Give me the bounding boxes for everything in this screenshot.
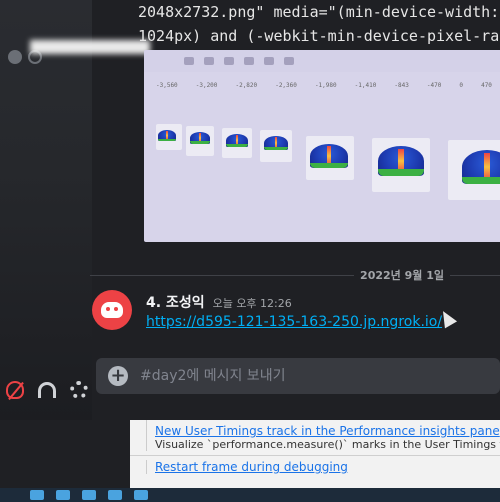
divider-line [450,274,500,276]
dome-shape [226,134,248,147]
embedded-image[interactable]: -3,560 -3,200 -2,820 -2,360 -1,980 -1,41… [144,50,500,242]
tick-label: 470 [481,82,492,89]
code-line-2: 1024px) and (-webkit-min-device-pixel-ra… [138,27,500,45]
mute-microphone-icon[interactable] [6,381,24,399]
embed-tick-row: -3,560 -3,200 -2,820 -2,360 -1,980 -1,41… [144,72,500,89]
release-note-item: New User Timings track in the Performanc… [146,420,500,451]
toolbar-icon [244,57,254,65]
avatar[interactable] [92,290,132,330]
embed-toolbar [144,50,500,72]
taskbar-app-icon[interactable] [134,490,148,500]
dome-shape [310,144,348,169]
taskbar [0,488,500,502]
divider [130,455,500,456]
code-snippet: 2048x2732.png" media="(min-device-width:… [138,0,500,48]
taskbar-app-icon[interactable] [82,490,96,500]
tick-label: 0 [459,82,464,89]
tick-label: -1,410 [354,82,377,89]
taskbar-app-icon[interactable] [30,490,44,500]
release-note-item: Restart frame during debugging [146,460,500,474]
toolbar-icon [264,57,274,65]
tick-label: -3,560 [156,82,178,89]
add-attachment-button[interactable]: + [108,366,128,386]
user-icon[interactable] [8,50,22,64]
taskbar-app-icon[interactable] [56,490,70,500]
toolbar-icon [184,57,194,65]
message-input[interactable] [140,368,460,384]
toolbar-icon [224,57,234,65]
message-composer: + [96,358,500,394]
tick-label: -2,360 [275,82,297,89]
settings-icon[interactable] [70,381,88,399]
toolbar-icon [204,57,214,65]
dome-thumbnails [144,120,500,230]
tick-label: -843 [394,82,409,89]
message-header: 4. 조성익 오늘 오후 12:26 [146,292,292,312]
release-note-title[interactable]: New User Timings track in the Performanc… [155,424,500,438]
tick-label: -470 [426,82,442,89]
message-timestamp: 오늘 오후 12:26 [212,297,292,310]
dome-shape [190,132,210,144]
discord-logo-icon [101,302,123,318]
dome-shape [264,136,288,151]
toolbar-icon [284,57,294,65]
taskbar-app-icon[interactable] [108,490,122,500]
message-author[interactable]: 4. 조성익 [146,292,205,312]
tick-label: -1,980 [314,82,337,89]
screen-glare [30,40,150,54]
tick-label: -3,200 [195,82,218,89]
release-note-desc: Visualize `performance.measure()` marks … [155,438,500,451]
code-line-1: 2048x2732.png" media="(min-device-width:… [138,3,500,21]
date-divider: 2022년 9월 1일 [90,266,500,284]
release-note-title[interactable]: Restart frame during debugging [155,460,492,474]
divider-line [90,274,355,276]
date-label: 2022년 9월 1일 [360,269,444,282]
tick-label: -2,820 [235,82,258,89]
message-link[interactable]: https://d595-121-135-163-250.jp.ngrok.io… [146,314,442,330]
user-controls [0,372,92,408]
dome-shape [158,130,176,141]
channel-sidebar [0,0,92,420]
headset-icon[interactable] [38,382,56,398]
dome-shape [462,150,500,184]
dome-shape [378,146,424,176]
